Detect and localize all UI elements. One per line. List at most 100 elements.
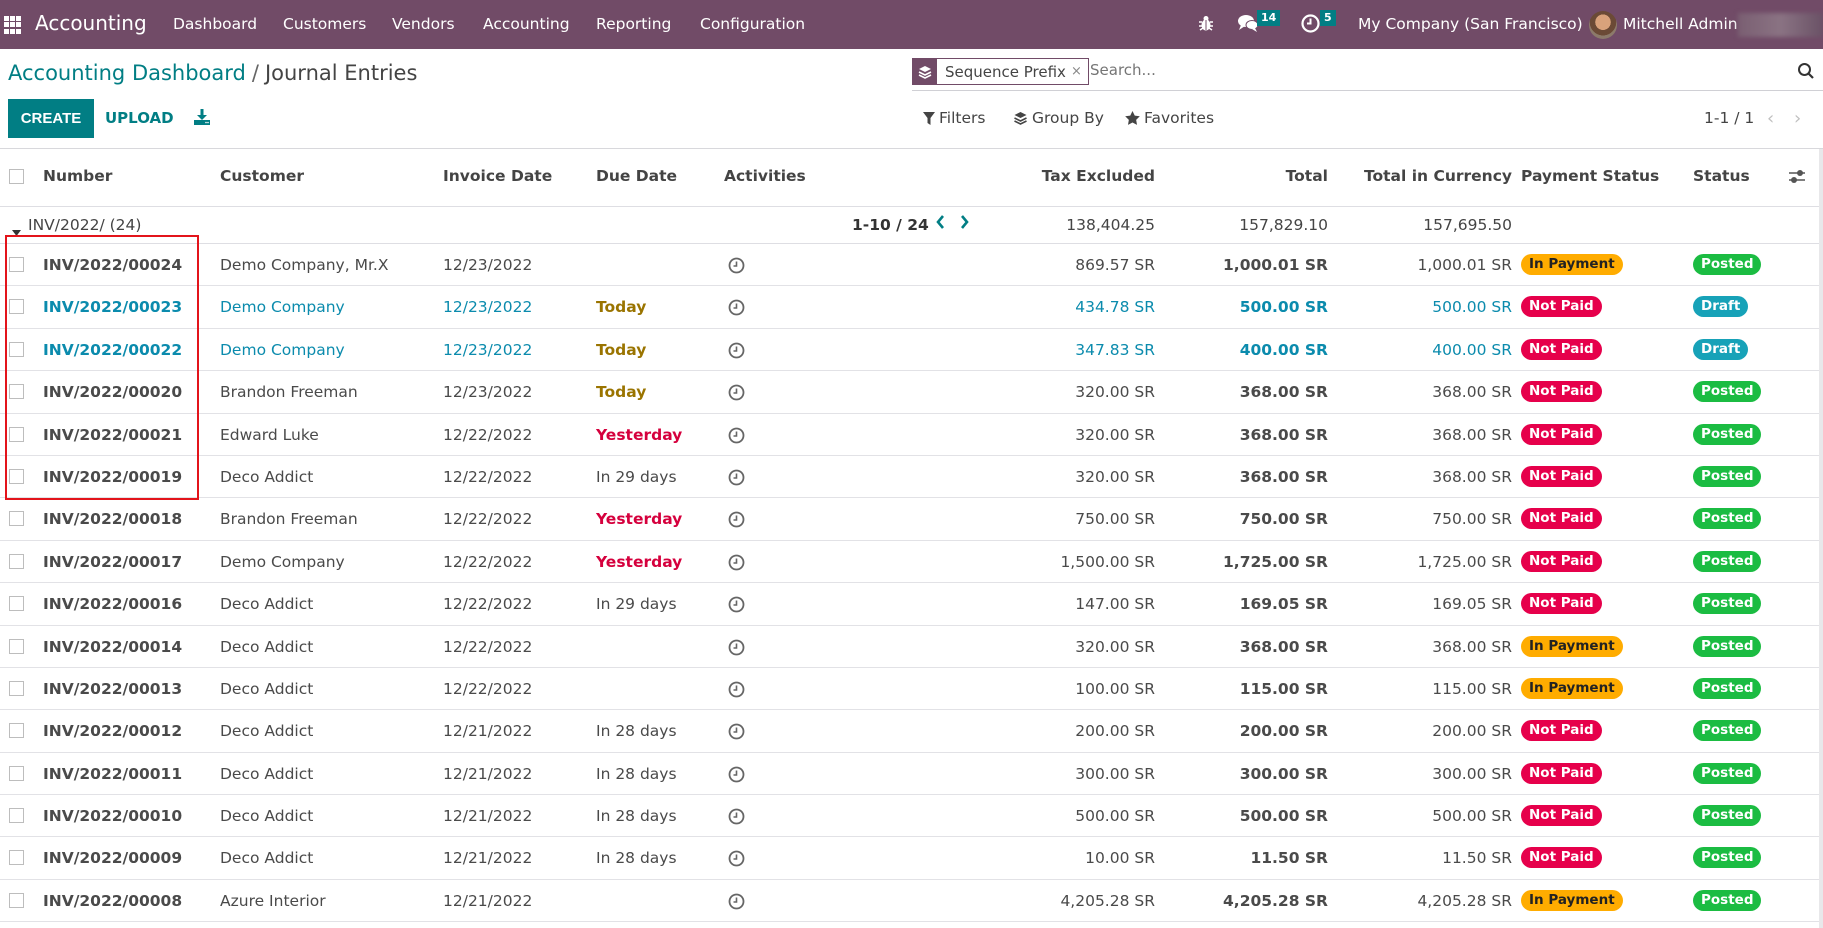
cell-customer: Deco Addict bbox=[220, 467, 314, 486]
column-header-activities[interactable]: Activities bbox=[724, 167, 806, 185]
menu-dashboard[interactable]: Dashboard bbox=[173, 15, 257, 33]
upload-button[interactable]: UPLOAD bbox=[105, 99, 174, 138]
column-header-invoice-date[interactable]: Invoice Date bbox=[443, 167, 552, 185]
table-row[interactable]: INV/2022/00009 Deco Addict 12/21/2022 In… bbox=[0, 837, 1819, 880]
row-checkbox[interactable] bbox=[9, 638, 24, 654]
row-checkbox[interactable] bbox=[9, 257, 24, 272]
column-header-payment-status[interactable]: Payment Status bbox=[1521, 167, 1659, 185]
debug-bug-icon[interactable] bbox=[1198, 14, 1214, 36]
company-switcher[interactable]: My Company (San Francisco) bbox=[1358, 15, 1583, 33]
group-pager-next-icon[interactable] bbox=[960, 214, 970, 234]
search-input[interactable] bbox=[1090, 61, 1590, 79]
activity-clock-icon[interactable] bbox=[728, 596, 745, 613]
activity-clock-icon[interactable] bbox=[728, 554, 745, 571]
table-row[interactable]: INV/2022/00010 Deco Addict 12/21/2022 In… bbox=[0, 795, 1819, 838]
menu-customers[interactable]: Customers bbox=[283, 15, 366, 33]
row-checkbox[interactable] bbox=[9, 892, 24, 908]
activity-clock-icon[interactable] bbox=[728, 893, 745, 910]
row-checkbox[interactable] bbox=[9, 850, 24, 866]
app-name[interactable]: Accounting bbox=[35, 11, 147, 35]
row-checkbox[interactable] bbox=[9, 426, 24, 442]
vertical-scrollbar[interactable] bbox=[1819, 149, 1823, 928]
column-header-total-in-currency[interactable]: Total in Currency bbox=[1364, 167, 1512, 185]
row-checkbox[interactable] bbox=[9, 553, 24, 569]
table-row[interactable]: INV/2022/00017 Demo Company 12/22/2022 Y… bbox=[0, 541, 1819, 584]
activity-clock-icon[interactable] bbox=[728, 469, 745, 486]
filters-button[interactable]: Filters bbox=[923, 109, 985, 127]
activity-clock-icon[interactable] bbox=[728, 723, 745, 740]
activity-clock-icon[interactable] bbox=[728, 427, 745, 444]
row-checkbox[interactable] bbox=[9, 808, 24, 824]
activity-clock-icon[interactable] bbox=[728, 639, 745, 656]
table-row[interactable]: INV/2022/00019 Deco Addict 12/22/2022 In… bbox=[0, 456, 1819, 499]
messages-chat-icon[interactable] bbox=[1237, 13, 1259, 37]
row-checkbox[interactable] bbox=[9, 384, 24, 400]
activity-clock-icon[interactable] bbox=[728, 342, 745, 359]
column-header-customer[interactable]: Customer bbox=[220, 167, 304, 185]
row-checkbox[interactable] bbox=[9, 596, 24, 612]
activity-clock-icon[interactable] bbox=[728, 299, 745, 316]
app-menu-grid-icon[interactable] bbox=[4, 16, 22, 34]
facet-remove-icon[interactable]: × bbox=[1071, 64, 1088, 79]
table-row[interactable]: INV/2022/00008 Azure Interior 12/21/2022… bbox=[0, 880, 1819, 923]
activity-clock-icon[interactable] bbox=[728, 681, 745, 698]
groupby-button[interactable]: Group By bbox=[1013, 109, 1104, 127]
create-button[interactable]: CREATE bbox=[8, 99, 94, 138]
breadcrumb-parent[interactable]: Accounting Dashboard bbox=[8, 61, 246, 85]
favorites-button[interactable]: Favorites bbox=[1125, 109, 1214, 127]
user-menu[interactable]: Mitchell Admin bbox=[1623, 15, 1738, 33]
activity-clock-icon[interactable] bbox=[728, 257, 745, 274]
row-checkbox[interactable] bbox=[9, 765, 24, 781]
pager-next-icon[interactable]: › bbox=[1794, 108, 1801, 129]
column-header-tax-excluded[interactable]: Tax Excluded bbox=[1042, 167, 1155, 185]
cell-total-in-currency: 1,725.00 SR bbox=[1417, 552, 1512, 571]
pager-value[interactable]: 1-1 / 1 bbox=[1704, 109, 1754, 127]
menu-accounting[interactable]: Accounting bbox=[483, 15, 570, 33]
activity-clock-icon[interactable] bbox=[728, 808, 745, 825]
table-row[interactable]: INV/2022/00023 Demo Company 12/23/2022 T… bbox=[0, 286, 1819, 329]
table-row[interactable]: INV/2022/00022 Demo Company 12/23/2022 T… bbox=[0, 329, 1819, 372]
row-checkbox[interactable] bbox=[9, 299, 24, 315]
menu-configuration[interactable]: Configuration bbox=[700, 15, 805, 33]
menu-reporting[interactable]: Reporting bbox=[596, 15, 671, 33]
cell-total: 368.00 SR bbox=[1239, 383, 1328, 402]
group-row[interactable]: INV/2022/ (24) 1-10 / 24 138,404.25 157,… bbox=[0, 207, 1819, 244]
column-header-due-date[interactable]: Due Date bbox=[596, 167, 677, 185]
table-row[interactable]: INV/2022/00021 Edward Luke 12/22/2022 Ye… bbox=[0, 414, 1819, 456]
table-row[interactable]: INV/2022/00014 Deco Addict 12/22/2022 32… bbox=[0, 626, 1819, 668]
search-icon[interactable] bbox=[1797, 62, 1815, 80]
column-header-number[interactable]: Number bbox=[43, 167, 112, 185]
row-checkbox[interactable] bbox=[9, 341, 24, 357]
search-bar: Sequence Prefix × bbox=[912, 58, 1823, 91]
table-row[interactable]: INV/2022/00011 Deco Addict 12/21/2022 In… bbox=[0, 753, 1819, 796]
select-all-checkbox[interactable] bbox=[9, 169, 24, 184]
table-row[interactable]: INV/2022/00016 Deco Addict 12/22/2022 In… bbox=[0, 583, 1819, 626]
table-row[interactable]: INV/2022/00024 Demo Company, Mr.X 12/23/… bbox=[0, 244, 1819, 287]
pager-prev-icon[interactable]: ‹ bbox=[1767, 108, 1774, 129]
group-pager-prev-icon[interactable] bbox=[935, 214, 945, 234]
row-checkbox[interactable] bbox=[9, 680, 24, 696]
status-badge: Posted bbox=[1693, 762, 1762, 784]
row-checkbox[interactable] bbox=[9, 511, 24, 527]
table-row[interactable]: INV/2022/00013 Deco Addict 12/22/2022 10… bbox=[0, 668, 1819, 711]
cell-invoice-date: 12/21/2022 bbox=[443, 764, 533, 783]
table-row[interactable]: INV/2022/00012 Deco Addict 12/21/2022 In… bbox=[0, 710, 1819, 753]
column-header-total[interactable]: Total bbox=[1286, 167, 1328, 185]
activity-clock-icon[interactable] bbox=[728, 850, 745, 867]
table-row[interactable]: INV/2022/00018 Brandon Freeman 12/22/202… bbox=[0, 498, 1819, 541]
activities-clock-icon[interactable] bbox=[1301, 14, 1320, 37]
activity-clock-icon[interactable] bbox=[728, 766, 745, 783]
cell-number: INV/2022/00014 bbox=[43, 637, 183, 656]
download-icon[interactable] bbox=[193, 108, 211, 126]
activity-clock-icon[interactable] bbox=[728, 384, 745, 401]
column-header-status[interactable]: Status bbox=[1693, 167, 1750, 185]
row-checkbox[interactable] bbox=[9, 723, 24, 739]
cell-due-date: Today bbox=[596, 340, 647, 359]
menu-vendors[interactable]: Vendors bbox=[392, 15, 455, 33]
search-facet-groupby[interactable]: Sequence Prefix × bbox=[912, 58, 1089, 85]
activity-clock-icon[interactable] bbox=[728, 511, 745, 528]
user-avatar[interactable] bbox=[1589, 11, 1617, 39]
row-checkbox[interactable] bbox=[9, 468, 24, 484]
optional-columns-toggle-icon[interactable] bbox=[1788, 169, 1806, 189]
table-row[interactable]: INV/2022/00020 Brandon Freeman 12/23/202… bbox=[0, 371, 1819, 414]
